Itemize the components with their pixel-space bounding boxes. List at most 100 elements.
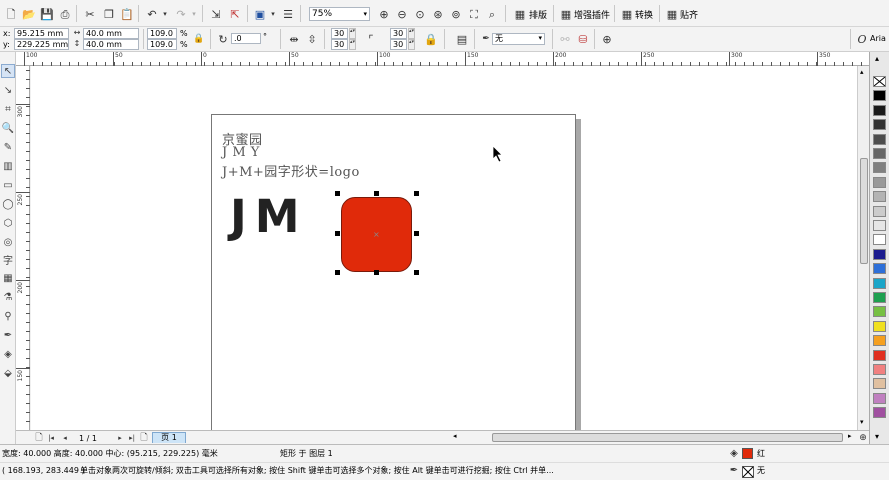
polygon-tool-icon[interactable]: ⬡ bbox=[1, 216, 15, 230]
corner-bottom-left-input[interactable]: 30 bbox=[331, 39, 348, 50]
ellipse-tool-icon[interactable]: ◯ bbox=[1, 197, 15, 211]
new-document-icon[interactable]: 🗋 bbox=[4, 7, 18, 21]
crop-tool-icon[interactable]: ⌗ bbox=[1, 102, 15, 116]
vertical-scrollbar[interactable]: ▴ ▾ bbox=[857, 66, 869, 430]
freehand-tool-icon[interactable]: ✎ bbox=[1, 140, 15, 154]
vertical-ruler[interactable]: 300 250 200 150 bbox=[16, 66, 30, 430]
print-icon[interactable]: ⎙ bbox=[58, 7, 72, 21]
horizontal-scroll-thumb[interactable] bbox=[492, 433, 843, 442]
palette-scroll-up-icon[interactable]: ▴ bbox=[875, 54, 879, 63]
palette-swatch[interactable] bbox=[873, 407, 886, 419]
smart-fill-tool-icon[interactable]: ▥ bbox=[1, 159, 15, 173]
height-input[interactable]: 40.0 mm bbox=[83, 39, 139, 50]
copy-icon[interactable]: ❐ bbox=[102, 7, 116, 21]
corner-bottom-left-spinner[interactable]: ▴▾ bbox=[349, 39, 356, 50]
y-position-input[interactable]: 229.225 mm bbox=[14, 39, 69, 50]
palette-swatch[interactable] bbox=[873, 320, 886, 332]
outline-width-select[interactable]: 无 ▾ bbox=[492, 33, 545, 45]
jm-logo-text[interactable]: JM bbox=[230, 194, 308, 239]
zoom-out-icon[interactable]: ⊖ bbox=[395, 7, 409, 21]
import-icon[interactable]: ⇲ bbox=[209, 7, 223, 21]
redo-dropdown-icon[interactable]: ▾ bbox=[187, 7, 201, 21]
outline-tool-icon[interactable]: ✒ bbox=[1, 328, 15, 342]
arrange-icon[interactable]: ▦ bbox=[513, 7, 527, 21]
corner-top-right-spinner[interactable]: ▴▾ bbox=[408, 28, 415, 39]
corner-top-left-input[interactable]: 30 bbox=[331, 28, 348, 39]
palette-swatch[interactable] bbox=[873, 364, 886, 375]
palette-swatch[interactable] bbox=[873, 248, 886, 260]
first-page-icon[interactable]: |◂ bbox=[44, 431, 58, 445]
palette-swatch[interactable] bbox=[873, 133, 886, 145]
lock-ratio-icon[interactable]: 🔒 bbox=[192, 32, 206, 46]
drawing-canvas[interactable]: 京蜜园 J M Y J+M+园字形状=logo JM × bbox=[31, 66, 857, 430]
basic-shapes-tool-icon[interactable]: ◎ bbox=[1, 235, 15, 249]
undo-icon[interactable]: ↶ bbox=[145, 7, 159, 21]
palette-scroll-down-icon[interactable]: ▾ bbox=[875, 432, 879, 441]
zoom-all-objects-icon[interactable]: ⊛ bbox=[431, 7, 445, 21]
x-position-input[interactable]: 95.215 mm bbox=[14, 28, 69, 39]
palette-swatch[interactable] bbox=[873, 205, 886, 217]
arrange-button[interactable]: 排版 bbox=[529, 8, 547, 21]
palette-swatch[interactable] bbox=[873, 90, 886, 102]
previous-page-icon[interactable]: ◂ bbox=[58, 431, 72, 445]
undo-dropdown-icon[interactable]: ▾ bbox=[158, 7, 172, 21]
vertical-scroll-thumb[interactable] bbox=[860, 158, 868, 264]
add-page-icon[interactable]: 🗋 bbox=[137, 431, 151, 445]
zoom-dropdown-icon[interactable]: ▾ bbox=[363, 8, 367, 20]
snap-button[interactable]: 贴齐 bbox=[680, 8, 698, 21]
wrap-text-icon[interactable]: ▤ bbox=[455, 32, 469, 46]
zoom-page-width-icon[interactable]: ⛶ bbox=[467, 7, 481, 21]
scale-width-input[interactable]: 109.0 bbox=[147, 28, 177, 39]
palette-swatch[interactable] bbox=[873, 176, 886, 188]
selection-handle-top-left[interactable] bbox=[335, 191, 340, 196]
zoom-navigator-icon[interactable]: ⊕ bbox=[856, 431, 870, 445]
interactive-fill-tool-icon[interactable]: ⬙ bbox=[1, 366, 15, 380]
palette-swatch[interactable] bbox=[873, 378, 886, 390]
text-tool-icon[interactable]: 字 bbox=[1, 252, 15, 267]
zoom-page-icon[interactable]: ⊚ bbox=[449, 7, 463, 21]
outline-dropdown-icon[interactable]: ▾ bbox=[538, 34, 542, 43]
paste-icon[interactable]: 📋 bbox=[120, 7, 134, 21]
corner-top-left-spinner[interactable]: ▴▾ bbox=[349, 28, 356, 39]
save-icon[interactable]: 💾 bbox=[40, 7, 54, 21]
palette-swatch[interactable] bbox=[873, 119, 886, 131]
open-folder-icon[interactable]: 📂 bbox=[22, 7, 36, 21]
palette-swatch[interactable] bbox=[873, 104, 886, 116]
pick-tool-icon[interactable]: ↖ bbox=[1, 64, 15, 78]
shape-tool-icon[interactable]: ↘ bbox=[1, 83, 15, 97]
selection-handle-left[interactable] bbox=[335, 231, 340, 236]
document-page[interactable]: 京蜜园 J M Y J+M+园字形状=logo JM × bbox=[211, 114, 576, 430]
zoom-level-select[interactable]: 75% ▾ bbox=[309, 7, 370, 21]
eyedropper-tool-icon[interactable]: ⚲ bbox=[1, 309, 15, 323]
cut-icon[interactable]: ✂ bbox=[83, 7, 97, 21]
width-input[interactable]: 40.0 mm bbox=[83, 28, 139, 39]
scroll-up-icon[interactable]: ▴ bbox=[860, 68, 864, 76]
horizontal-ruler[interactable]: 100 50 0 50 100 150 200 250 300 350 bbox=[16, 52, 869, 66]
zoom-tool-icon[interactable]: 🔍 bbox=[1, 121, 15, 135]
red-rounded-rectangle[interactable]: × bbox=[341, 197, 412, 272]
selection-handle-bottom-right[interactable] bbox=[414, 270, 419, 275]
selection-handle-bottom[interactable] bbox=[374, 270, 379, 275]
enhance-plugin-button[interactable]: 增强插件 bbox=[574, 8, 610, 21]
palette-swatch[interactable] bbox=[873, 392, 886, 404]
palette-swatch[interactable] bbox=[873, 277, 886, 289]
zoom-selected-icon[interactable]: ⊙ bbox=[413, 7, 427, 21]
page-text-line-3[interactable]: J+M+园字形状=logo bbox=[222, 161, 360, 180]
font-name-value[interactable]: Aria bbox=[870, 34, 886, 43]
mirror-vertical-icon[interactable]: ⇳ bbox=[305, 32, 319, 46]
corner-bottom-right-spinner[interactable]: ▴▾ bbox=[408, 39, 415, 50]
palette-swatch[interactable] bbox=[873, 292, 886, 303]
redo-icon[interactable]: ↷ bbox=[174, 7, 188, 21]
selection-handle-top[interactable] bbox=[374, 191, 379, 196]
palette-swatch[interactable] bbox=[873, 148, 886, 159]
palette-swatch[interactable] bbox=[873, 220, 886, 231]
table-tool-icon[interactable]: ▦ bbox=[1, 271, 15, 285]
lock-corners-icon[interactable]: 🔒 bbox=[424, 32, 438, 46]
palette-swatch[interactable] bbox=[873, 349, 886, 361]
zoom-in-icon[interactable]: ⊕ bbox=[377, 7, 391, 21]
corner-top-right-input[interactable]: 30 bbox=[390, 28, 407, 39]
options-icon[interactable]: ☰ bbox=[281, 7, 295, 21]
application-launcher-icon[interactable]: ▣ bbox=[253, 7, 267, 21]
scale-height-input[interactable]: 109.0 bbox=[147, 39, 177, 50]
hscroll-right-icon[interactable]: ▸ bbox=[848, 432, 852, 440]
